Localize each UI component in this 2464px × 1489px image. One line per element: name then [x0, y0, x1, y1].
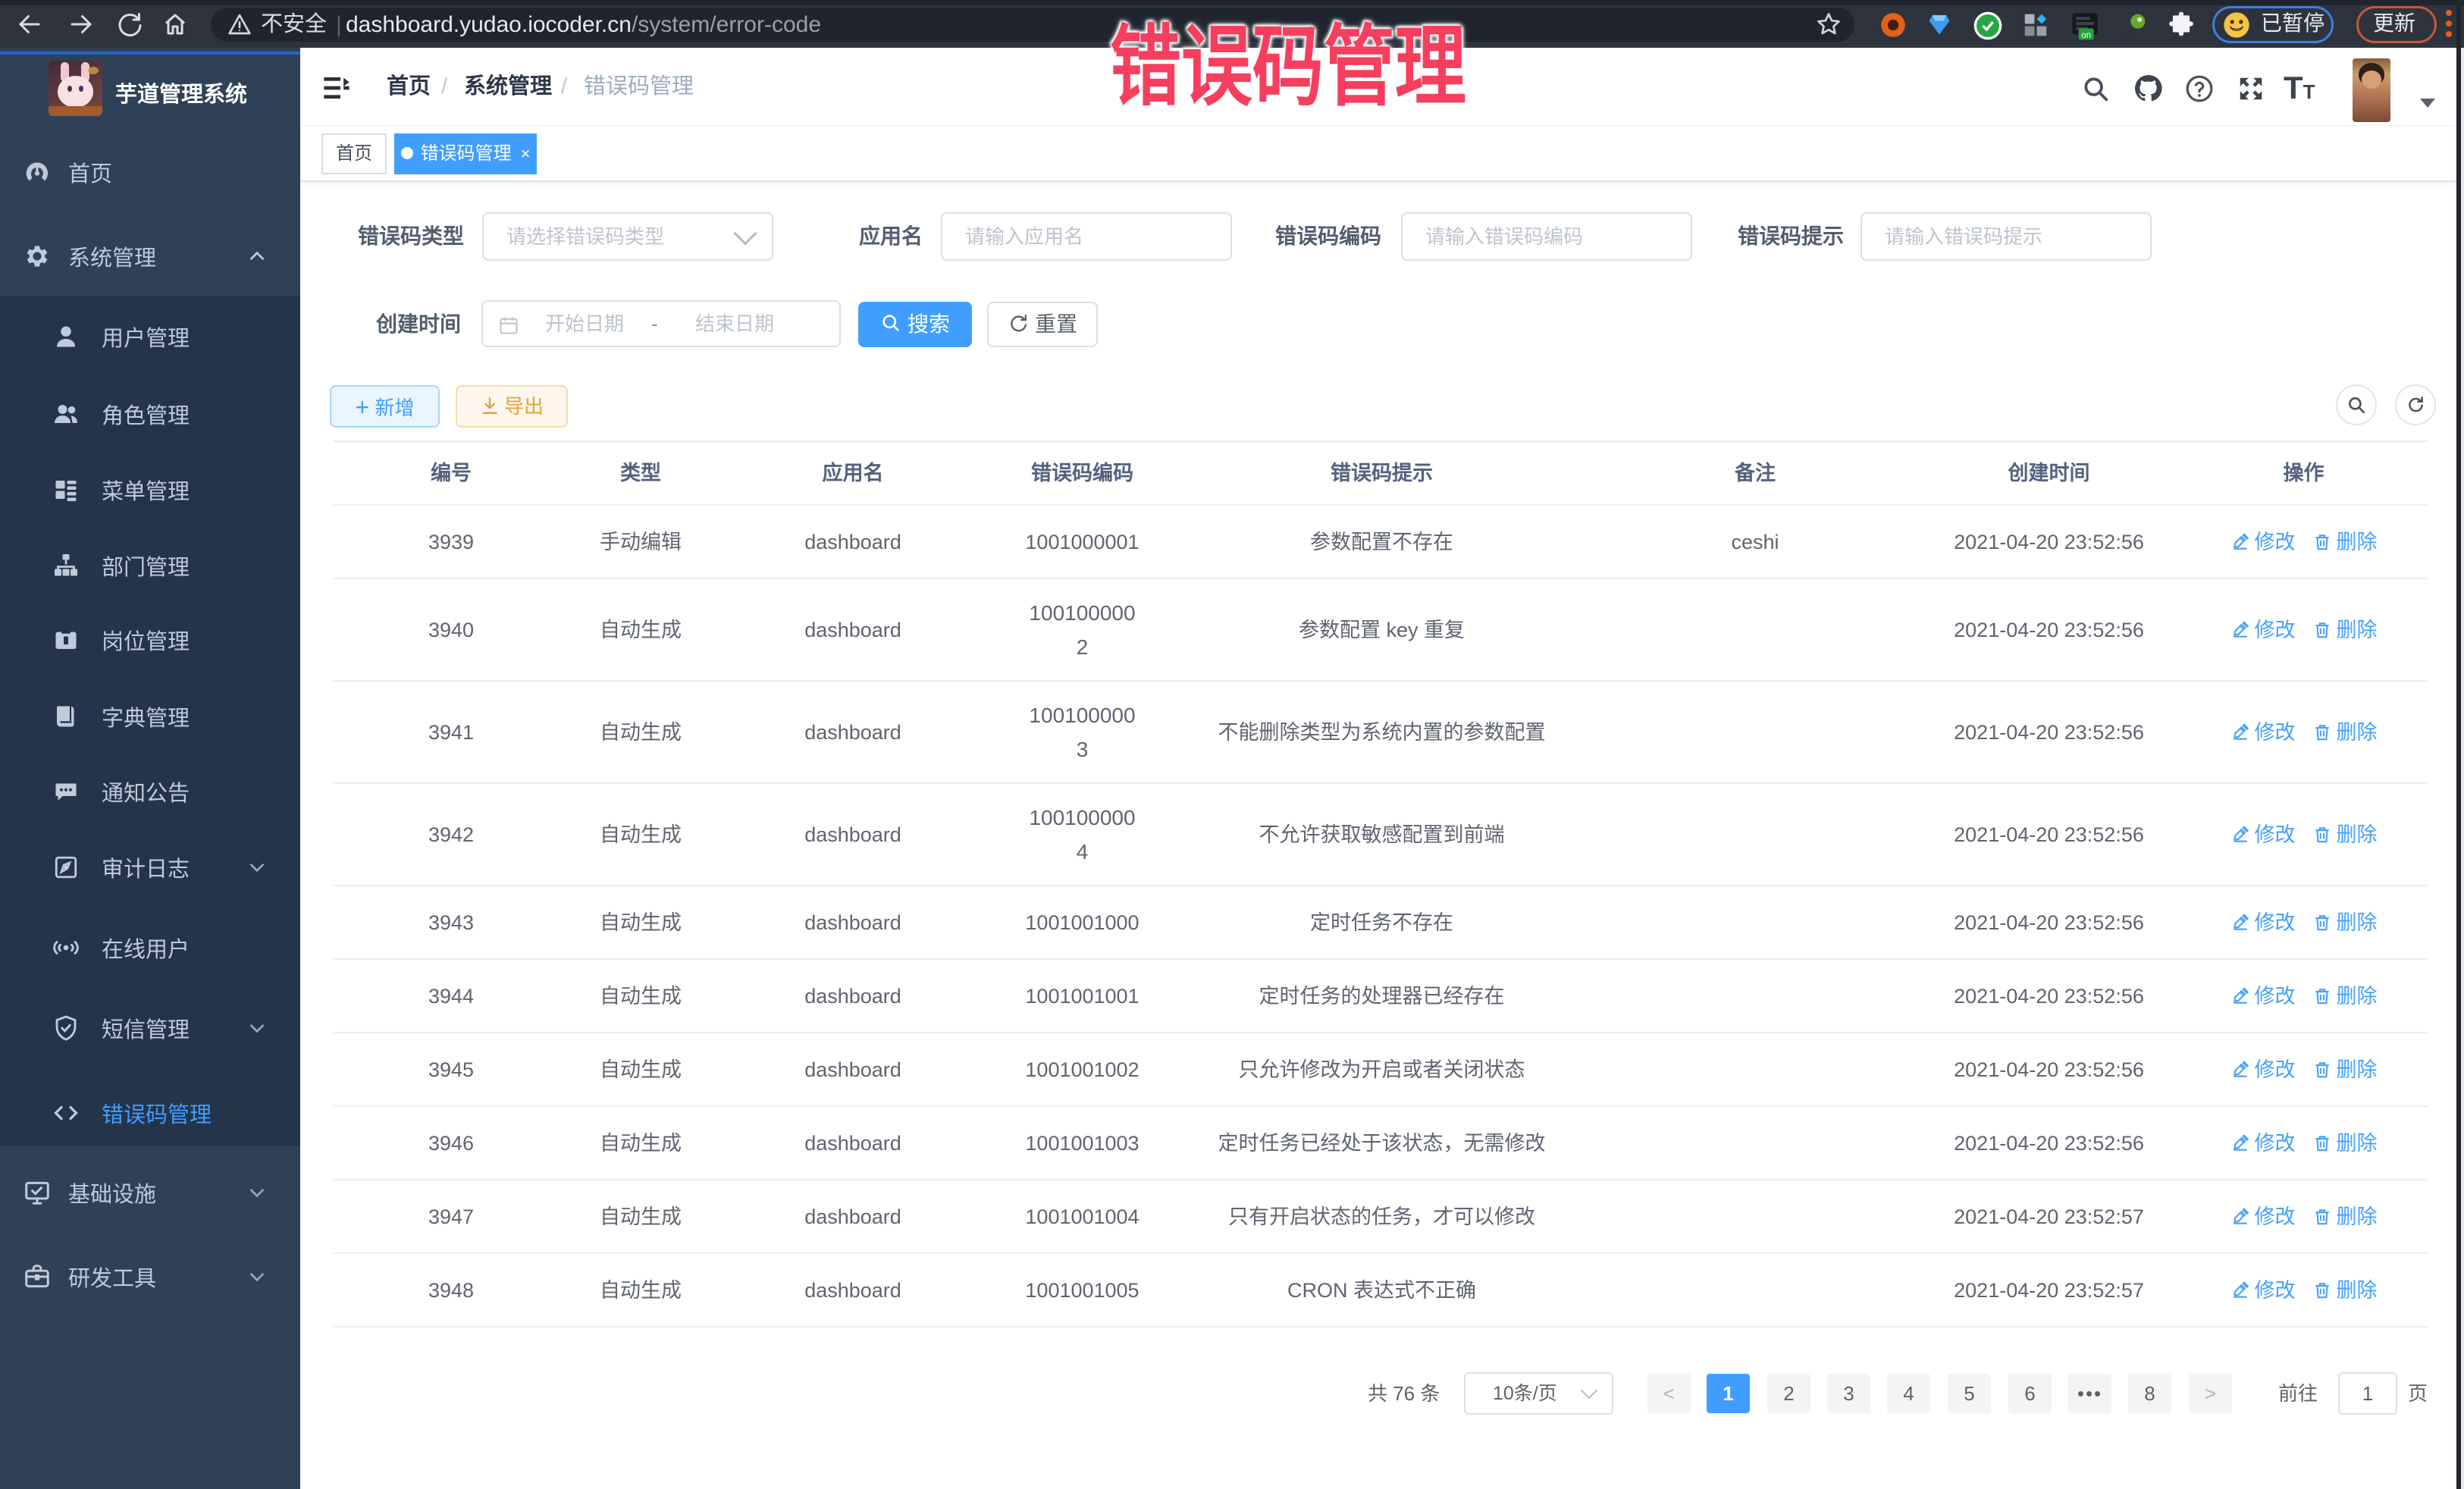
svg-text:on: on	[2081, 30, 2091, 40]
